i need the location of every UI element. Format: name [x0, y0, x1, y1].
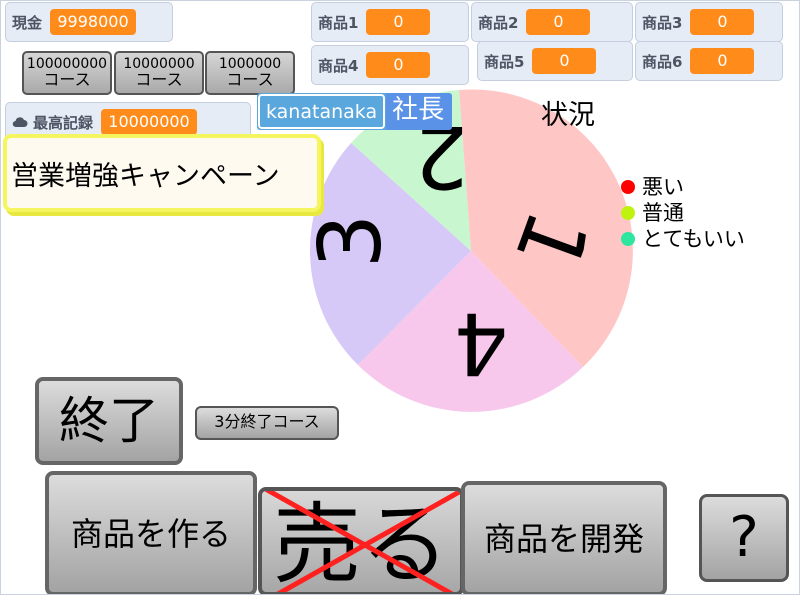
- red-dot-icon: [621, 180, 635, 194]
- sell-button-disabled[interactable]: 売る: [258, 487, 464, 594]
- green-dot-icon: [621, 232, 635, 246]
- yellow-green-dot-icon: [621, 206, 635, 220]
- legend-item-normal: 普通: [621, 200, 745, 226]
- legend-item-very-good: とてもいい: [621, 226, 745, 252]
- legend-label: 普通: [642, 201, 684, 225]
- user-title: 社長: [386, 93, 453, 130]
- game-stage: 現金 9998000 100000000 コース 10000000 コース 10…: [0, 0, 800, 595]
- user-tag: kanatanaka 社長: [257, 93, 453, 130]
- help-button[interactable]: ?: [699, 494, 789, 582]
- username: kanatanaka: [258, 94, 386, 129]
- wheel-label-3: 3: [301, 214, 401, 269]
- develop-product-button[interactable]: 商品を開発: [461, 481, 667, 594]
- quick-end-course-button[interactable]: 3分終了コース: [195, 406, 339, 440]
- status-title: 状況: [541, 100, 595, 131]
- end-button[interactable]: 終了: [35, 377, 183, 465]
- legend-item-bad: 悪い: [621, 174, 745, 200]
- legend-label: とてもいい: [642, 227, 745, 251]
- legend-label: 悪い: [642, 175, 684, 199]
- campaign-button[interactable]: 営業増強キャンペーン: [3, 134, 321, 212]
- make-product-button[interactable]: 商品を作る: [45, 471, 257, 594]
- status-legend: 悪い 普通 とてもいい: [621, 174, 745, 252]
- wheel-label-4: 4: [454, 293, 509, 393]
- cross-mark-icon: [264, 491, 460, 592]
